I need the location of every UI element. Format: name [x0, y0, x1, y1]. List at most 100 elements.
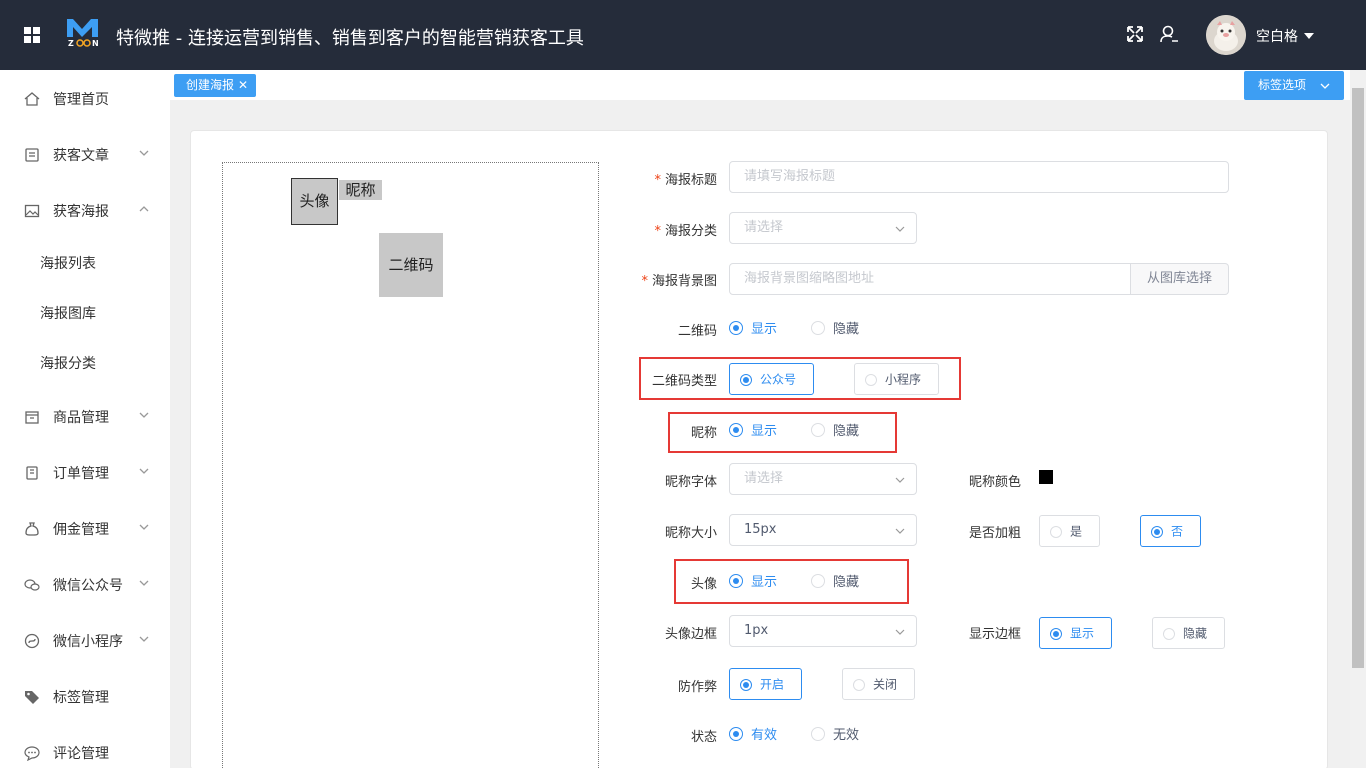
qrcode-type-mini-radio[interactable]: 小程序 [854, 363, 939, 395]
miniprogram-icon [24, 633, 40, 649]
scrollbar[interactable] [1350, 70, 1366, 768]
sidebar-item-label: 获客文章 [53, 148, 109, 164]
sidebar-item-wechat-miniprogram[interactable]: 微信小程序 [0, 621, 170, 661]
sidebar-item-label: 评论管理 [53, 746, 109, 762]
nickname-color-label: 昵称颜色 [969, 475, 1022, 490]
tab-create-poster[interactable]: 创建海报 ✕ [174, 74, 257, 97]
chevron-down-icon [895, 226, 905, 232]
sidebar-item-orders[interactable]: 订单管理 [0, 453, 170, 493]
app-grid-icon[interactable] [24, 27, 40, 43]
qrcode-hide-radio[interactable]: 隐藏 [811, 318, 859, 338]
status-valid-radio[interactable]: 有效 [729, 724, 777, 744]
sidebar-item-commission[interactable]: 佣金管理 [0, 509, 170, 549]
avatar-border-select[interactable]: 1px [729, 615, 917, 647]
sidebar-item-label: 标签管理 [53, 690, 109, 706]
close-icon[interactable]: ✕ [238, 74, 248, 97]
money-bag-icon [25, 522, 39, 536]
sidebar: 管理首页 获客文章 获客海报 海报列表 海报图库 海报分类 商品管理 订单管理 … [0, 70, 170, 768]
shop-icon [25, 411, 39, 424]
bold-no-radio[interactable]: 否 [1140, 515, 1201, 547]
status-invalid-radio[interactable]: 无效 [811, 724, 859, 744]
avatar-show-radio[interactable]: 显示 [729, 571, 777, 591]
home-icon [24, 92, 40, 106]
sidebar-item-products[interactable]: 商品管理 [0, 397, 170, 437]
sidebar-item-tags[interactable]: 标签管理 [0, 677, 170, 717]
nickname-hide-radio[interactable]: 隐藏 [811, 420, 859, 440]
qrcode-type-label: 二维码类型 [651, 374, 717, 389]
sidebar-item-label: 管理首页 [53, 92, 109, 108]
title-input[interactable]: 请填写海报标题 [729, 161, 1229, 193]
bold-label: 是否加粗 [969, 526, 1022, 541]
choose-from-gallery-button[interactable]: 从图库选择 [1131, 263, 1229, 295]
user-avatar[interactable] [1206, 15, 1246, 55]
sidebar-item-wechat-official[interactable]: 微信公众号 [0, 565, 170, 605]
show-border-label: 显示边框 [969, 627, 1022, 642]
chevron-down-icon [139, 524, 149, 530]
show-border-show-radio[interactable]: 显示 [1039, 617, 1112, 649]
chevron-up-icon [139, 206, 149, 212]
sidebar-item-poster-gallery[interactable]: 海报图库 [0, 293, 170, 333]
chevron-down-icon [139, 636, 149, 642]
scrollbar-thumb[interactable] [1352, 88, 1364, 668]
anticheat-off-radio[interactable]: 关闭 [842, 668, 915, 700]
preview-nickname[interactable]: 昵称 [339, 180, 382, 200]
sidebar-item-comments[interactable]: 评论管理 [0, 733, 170, 768]
category-select[interactable]: 请选择 [729, 212, 917, 244]
logo: Z N [67, 19, 99, 47]
preview-qrcode[interactable]: 二维码 [379, 233, 443, 297]
nickname-font-select[interactable]: 请选择 [729, 463, 917, 495]
sidebar-item-poster-category[interactable]: 海报分类 [0, 343, 170, 383]
anticheat-label: 防作弊 [677, 680, 717, 695]
tag-options-button[interactable]: 标签选项 [1244, 71, 1344, 100]
sidebar-item-label: 海报列表 [40, 256, 96, 272]
bg-input[interactable]: 海报背景图缩略图地址 [729, 263, 1131, 295]
tabs-bar: 创建海报 ✕ 标签选项 [170, 70, 1350, 100]
image-icon [24, 204, 40, 218]
fullscreen-icon[interactable] [1125, 24, 1145, 44]
category-label: * 海报分类 [654, 224, 717, 239]
app-title: 特微推 - 连接运营到销售、销售到客户的智能营销获客工具 [116, 28, 584, 49]
qrcode-type-mp-radio[interactable]: 公众号 [729, 363, 814, 395]
poster-preview: 头像 昵称 二维码 [222, 162, 599, 768]
tab-label: 创建海报 [186, 78, 235, 92]
sidebar-item-label: 佣金管理 [53, 522, 109, 538]
qrcode-show-radio[interactable]: 显示 [729, 318, 777, 338]
order-icon [26, 466, 38, 480]
sidebar-item-home[interactable]: 管理首页 [0, 79, 170, 119]
chevron-down-icon [139, 412, 149, 418]
chevron-down-icon [895, 477, 905, 483]
user-icon[interactable] [1159, 24, 1179, 44]
comment-icon [24, 746, 40, 761]
wechat-icon [24, 579, 40, 591]
sidebar-item-articles[interactable]: 获客文章 [0, 135, 170, 175]
form-panel: 头像 昵称 二维码 * 海报标题 请填写海报标题 * 海报分类 请选择 * 海报背景图… [190, 130, 1328, 768]
top-header: Z N 特微推 - 连接运营到销售、销售到客户的智能营销获客工具 空白格 [0, 0, 1366, 70]
svg-text:N: N [92, 39, 99, 47]
sidebar-item-label: 获客海报 [53, 204, 109, 220]
sidebar-item-poster-list[interactable]: 海报列表 [0, 243, 170, 283]
qrcode-label: 二维码 [677, 324, 717, 339]
sidebar-item-posters[interactable]: 获客海报 [0, 191, 170, 231]
svg-text:Z: Z [68, 39, 74, 47]
nickname-color-swatch[interactable] [1039, 470, 1053, 484]
bg-label: * 海报背景图 [641, 274, 717, 289]
show-border-hide-radio[interactable]: 隐藏 [1152, 617, 1225, 649]
user-name[interactable]: 空白格 [1256, 26, 1298, 46]
sidebar-item-label: 海报分类 [40, 356, 96, 372]
preview-avatar[interactable]: 头像 [291, 178, 338, 225]
chevron-down-icon [139, 580, 149, 586]
nickname-size-select[interactable]: 15px [729, 514, 917, 546]
avatar-label: 头像 [690, 577, 717, 592]
sidebar-item-label: 海报图库 [40, 306, 96, 322]
user-dropdown-caret-icon[interactable] [1304, 33, 1314, 39]
anticheat-on-radio[interactable]: 开启 [729, 668, 802, 700]
avatar-hide-radio[interactable]: 隐藏 [811, 571, 859, 591]
nickname-show-radio[interactable]: 显示 [729, 420, 777, 440]
status-label: 状态 [690, 730, 717, 745]
sidebar-item-label: 微信小程序 [53, 634, 123, 650]
bold-yes-radio[interactable]: 是 [1039, 515, 1100, 547]
chevron-down-icon [1320, 83, 1330, 89]
nickname-font-label: 昵称字体 [664, 475, 717, 490]
sidebar-item-label: 订单管理 [53, 466, 109, 482]
tag-options-label: 标签选项 [1258, 78, 1307, 92]
